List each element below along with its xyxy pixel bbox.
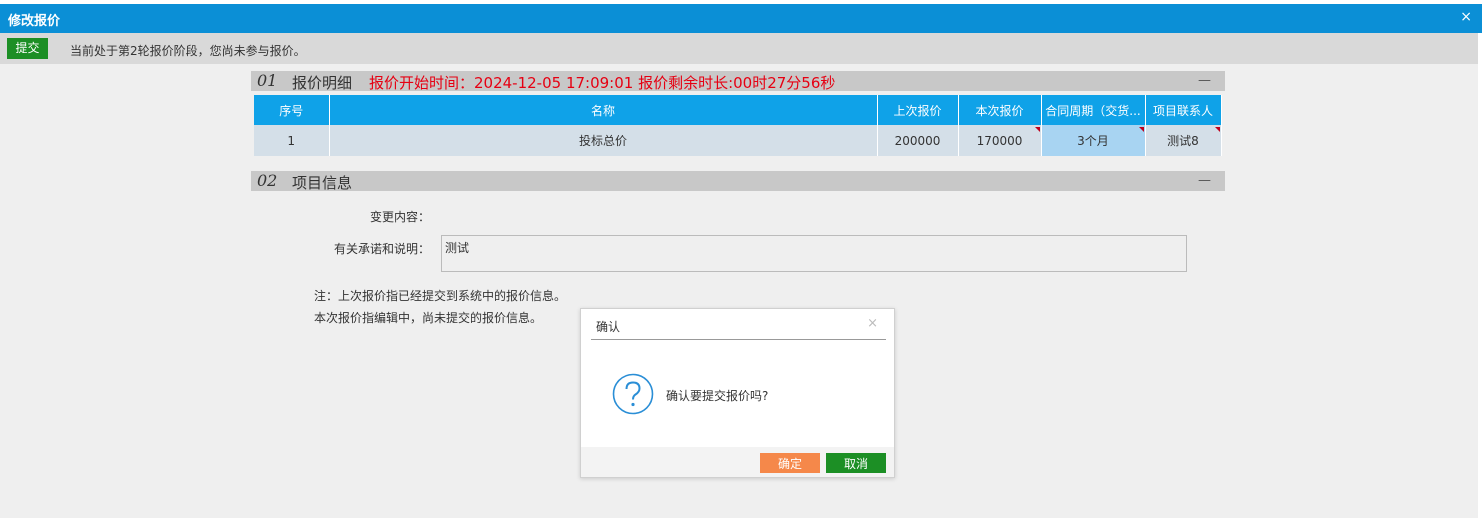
note-line-1: 注：上次报价指已经提交到系统中的报价信息。	[314, 289, 567, 303]
collapse-icon[interactable]: —	[1198, 173, 1211, 188]
window-titlebar: 修改报价 ×	[0, 0, 1482, 33]
current-price-value: 170000	[976, 133, 1023, 148]
note-line-2: 本次报价指编辑中，尚未提交的报价信息。	[314, 311, 543, 325]
cell-current-price[interactable]: 170000	[958, 125, 1042, 156]
cell-contact[interactable]: 测试8	[1145, 125, 1222, 156]
col-header-contract-period: 合同周期（交货...	[1041, 95, 1146, 125]
submit-button[interactable]: 提交	[7, 38, 48, 59]
dialog-title: 确认	[596, 320, 621, 334]
contract-period-value: 3个月	[1077, 134, 1109, 148]
window-title: 修改报价	[8, 14, 61, 29]
dialog-footer: 确定 取消	[581, 447, 894, 477]
edited-marker-icon	[1214, 127, 1220, 132]
section-quote-detail-header: 01 报价明细 报价开始时间：2024-12-05 17:09:01 报价剩余时…	[251, 71, 1225, 92]
section-project-info-header: 02 项目信息 —	[251, 171, 1225, 192]
section-title: 报价明细	[292, 74, 353, 92]
quote-timer: 报价开始时间：2024-12-05 17:09:01 报价剩余时长:00时27分…	[369, 74, 836, 92]
confirm-cancel-button[interactable]: 取消	[826, 453, 886, 473]
promise-label: 有关承诺和说明：	[333, 242, 430, 256]
collapse-icon[interactable]: —	[1198, 73, 1211, 88]
cell-contract-period[interactable]: 3个月	[1041, 125, 1146, 156]
contact-value: 测试8	[1167, 134, 1199, 148]
col-header-last-price: 上次报价	[877, 95, 959, 125]
table-header-row: 序号 名称 上次报价 本次报价 合同周期（交货... 项目联系人	[254, 95, 1222, 125]
change-content-label: 变更内容：	[369, 210, 430, 224]
section-title: 项目信息	[292, 174, 353, 192]
question-circle-icon	[612, 373, 654, 415]
dialog-close-icon[interactable]: ×	[867, 316, 878, 331]
cell-last-price: 200000	[877, 125, 959, 156]
col-header-name: 名称	[329, 95, 878, 125]
scrollbar-track[interactable]	[1478, 33, 1482, 518]
confirm-dialog: 确认 × 确认要提交报价吗? 确定 取消	[580, 308, 895, 478]
cell-name: 投标总价	[329, 125, 878, 156]
section-number: 02	[257, 171, 278, 190]
edited-marker-icon	[1138, 127, 1144, 132]
col-header-index: 序号	[254, 95, 330, 125]
dialog-message: 确认要提交报价吗?	[666, 389, 769, 403]
round-notice: 当前处于第2轮报价阶段，您尚未参与报价。	[70, 44, 306, 58]
window-close-icon[interactable]: ×	[1460, 9, 1472, 25]
table-row: 1 投标总价 200000 170000 3个月 测试8	[254, 125, 1222, 156]
confirm-ok-button[interactable]: 确定	[760, 453, 820, 473]
promise-textarea[interactable]: 测试	[441, 235, 1187, 272]
toolbar: 提交 当前处于第2轮报价阶段，您尚未参与报价。	[0, 33, 1478, 64]
col-header-current-price: 本次报价	[958, 95, 1042, 125]
quote-table: 序号 名称 上次报价 本次报价 合同周期（交货... 项目联系人 1 投标总价 …	[254, 95, 1222, 156]
cell-index: 1	[254, 125, 330, 156]
edited-marker-icon	[1034, 127, 1040, 132]
dialog-header: 确认 ×	[591, 309, 886, 340]
section-number: 01	[257, 71, 278, 90]
col-header-contact: 项目联系人	[1145, 95, 1222, 125]
